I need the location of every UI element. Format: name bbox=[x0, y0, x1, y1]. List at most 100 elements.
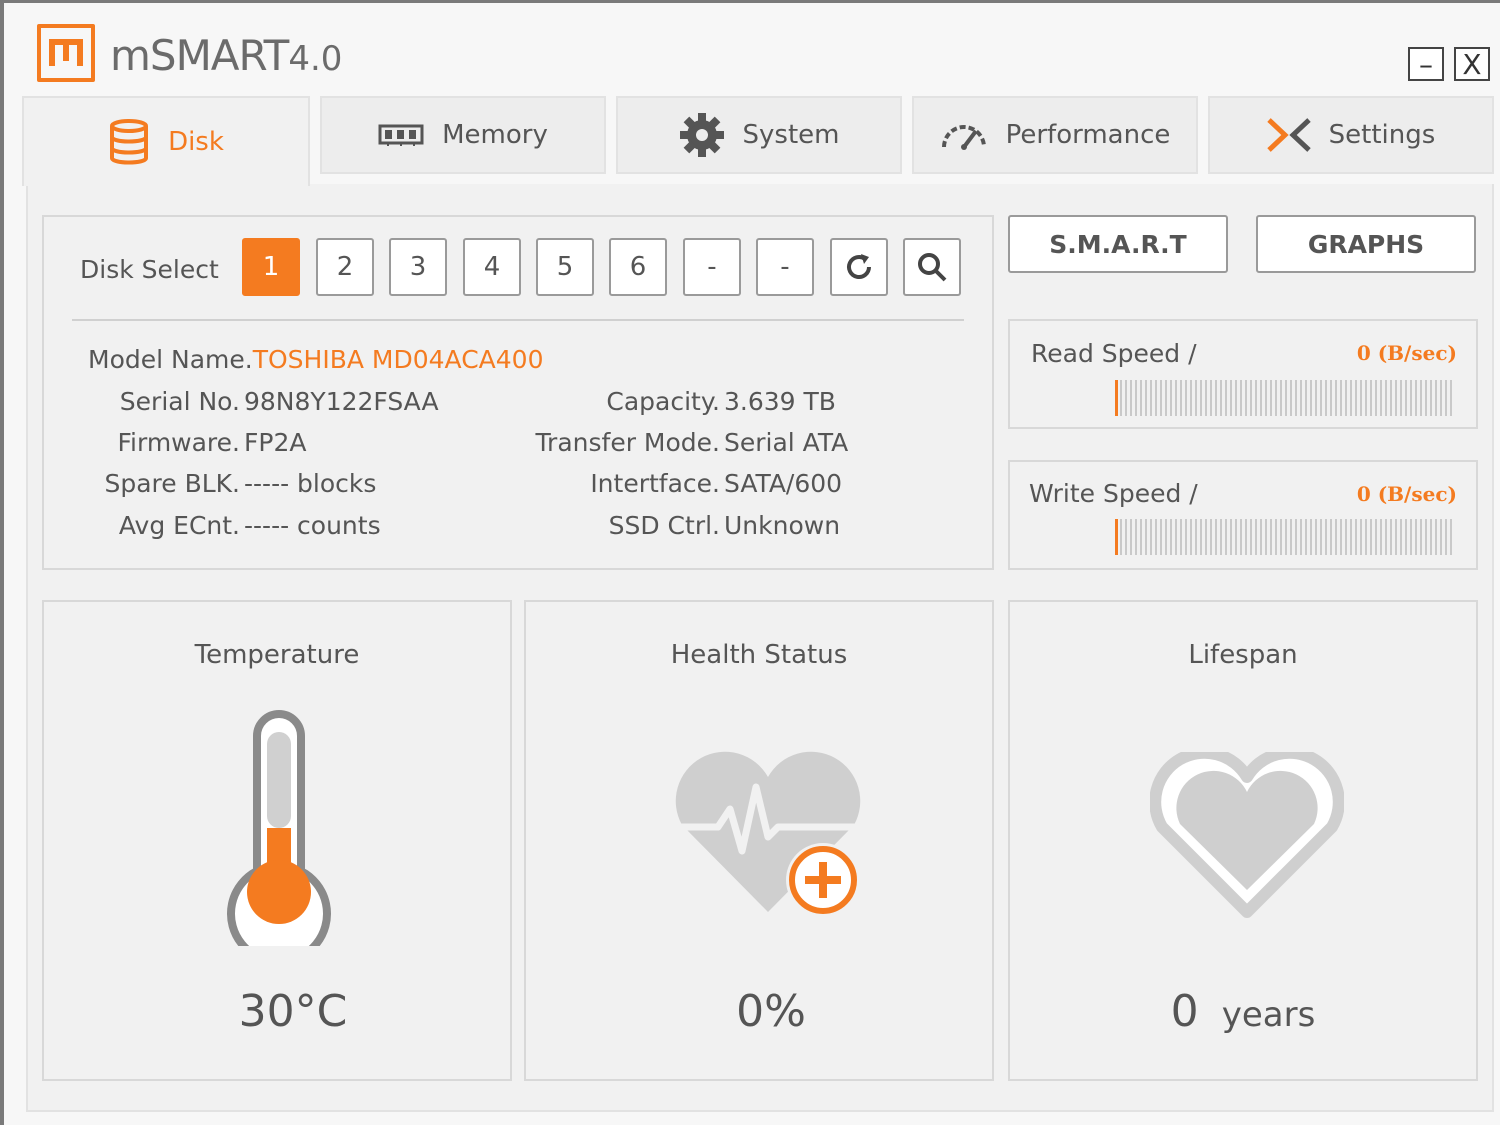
ssd-ctrl-label: SSD Ctrl. bbox=[608, 511, 720, 540]
smart-button-label: S.M.A.R.T bbox=[1049, 229, 1187, 259]
tab-memory[interactable]: Memory bbox=[320, 96, 606, 174]
model-name-value: TOSHIBA MD04ACA400 bbox=[252, 345, 544, 374]
write-speed-fill bbox=[1115, 519, 1118, 555]
search-button[interactable] bbox=[903, 238, 961, 296]
disk-button-7[interactable]: - bbox=[683, 238, 741, 296]
health-status-title: Health Status bbox=[670, 640, 848, 670]
read-speed-bar bbox=[1115, 380, 1453, 416]
disk-button-4-label: 4 bbox=[483, 252, 501, 282]
tab-disk[interactable]: Disk bbox=[22, 96, 310, 186]
minimize-button[interactable]: – bbox=[1408, 47, 1444, 81]
lifespan-title: Lifespan bbox=[1188, 640, 1298, 670]
temperature-value: 30°C bbox=[238, 986, 348, 1037]
disk-button-4[interactable]: 4 bbox=[463, 238, 521, 296]
database-icon bbox=[110, 119, 149, 165]
transfer-mode-label: Transfer Mode. bbox=[535, 428, 720, 457]
memory-chip-icon bbox=[378, 124, 424, 146]
read-speed-label: Read Speed / bbox=[1031, 339, 1197, 368]
settings-x-icon bbox=[1266, 118, 1311, 152]
spare-blk-label: Spare BLK. bbox=[104, 469, 240, 498]
tab-settings-label: Settings bbox=[1328, 120, 1436, 150]
write-speed-bar bbox=[1115, 519, 1453, 555]
avg-label-wrap: Avg ECnt. bbox=[119, 511, 240, 540]
close-button[interactable]: X bbox=[1454, 47, 1490, 81]
firmware-label-wrap: Firmware. bbox=[117, 428, 240, 457]
app-title: mSMART4.0 bbox=[110, 31, 342, 80]
close-glyph: X bbox=[1462, 47, 1482, 81]
ssd-ctrl-value: Unknown bbox=[724, 511, 841, 540]
read-speed-fill bbox=[1115, 380, 1118, 416]
avg-ecnt-value: ----- counts bbox=[244, 511, 381, 540]
tab-performance[interactable]: Performance bbox=[912, 96, 1198, 174]
disk-button-8[interactable]: - bbox=[756, 238, 814, 296]
search-icon bbox=[918, 253, 947, 282]
disk-button-6[interactable]: 6 bbox=[609, 238, 667, 296]
model-name-label: Model Name. bbox=[88, 345, 253, 374]
tab-performance-label: Performance bbox=[1005, 120, 1171, 150]
serial-label: Serial No. bbox=[119, 387, 240, 416]
tab-disk-label: Disk bbox=[168, 127, 224, 157]
app-window: mSMART4.0 – X Disk Memory System Perform… bbox=[0, 0, 1500, 1125]
disk-button-2[interactable]: 2 bbox=[316, 238, 374, 296]
minimize-glyph: – bbox=[1419, 47, 1433, 81]
disk-button-6-label: 6 bbox=[629, 252, 647, 282]
disk-button-7-label: - bbox=[707, 252, 717, 282]
read-speed-value: 0 (B/sec) bbox=[1356, 341, 1457, 365]
disk-button-5[interactable]: 5 bbox=[536, 238, 594, 296]
smart-button[interactable]: S.M.A.R.T bbox=[1008, 215, 1228, 273]
disk-info-divider bbox=[72, 319, 964, 321]
health-heart-icon bbox=[674, 751, 864, 917]
write-speed-label: Write Speed / bbox=[1029, 479, 1198, 508]
disk-button-3-label: 3 bbox=[409, 252, 427, 282]
app-logo bbox=[37, 24, 95, 82]
write-speed-value: 0 (B/sec) bbox=[1356, 482, 1457, 506]
lifespan-value: 0 years bbox=[1010, 986, 1476, 1037]
graphs-button-label: GRAPHS bbox=[1307, 229, 1425, 259]
firmware-value: FP2A bbox=[244, 428, 307, 457]
tab-system[interactable]: System bbox=[616, 96, 902, 174]
speedometer-icon bbox=[941, 125, 986, 150]
disk-button-3[interactable]: 3 bbox=[389, 238, 447, 296]
ssd-label-wrap: SSD Ctrl. bbox=[609, 511, 720, 540]
model-name-row: Model Name.TOSHIBA MD04ACA400 bbox=[88, 345, 543, 374]
interface-value: SATA/600 bbox=[724, 469, 843, 498]
capacity-value: 3.639 TB bbox=[724, 387, 836, 416]
capacity-label: Capacity. bbox=[606, 387, 720, 416]
thermometer-icon bbox=[227, 710, 331, 946]
health-status-card: Health Status 0% bbox=[524, 600, 994, 1081]
graphs-button[interactable]: GRAPHS bbox=[1256, 215, 1476, 273]
disk-button-2-label: 2 bbox=[336, 252, 354, 282]
lifespan-heart-icon bbox=[1150, 752, 1344, 918]
gear-icon bbox=[679, 113, 724, 157]
serial-label-wrap: Serial No. bbox=[120, 387, 240, 416]
transfer-mode-value: Serial ATA bbox=[724, 428, 849, 457]
app-version: 4.0 bbox=[288, 39, 343, 79]
refresh-button[interactable] bbox=[830, 238, 888, 296]
tab-memory-label: Memory bbox=[442, 120, 548, 150]
firmware-label: Firmware. bbox=[117, 428, 240, 457]
health-status-value: 0% bbox=[736, 986, 806, 1037]
capacity-label-wrap: Capacity. bbox=[606, 387, 720, 416]
refresh-icon bbox=[847, 254, 871, 279]
lifespan-card: Lifespan 0 years bbox=[1008, 600, 1478, 1081]
avg-ecnt-label: Avg ECnt. bbox=[118, 511, 240, 540]
temperature-card: Temperature 30°C bbox=[42, 600, 512, 1081]
disk-select-label: Disk Select bbox=[80, 255, 219, 284]
serial-value: 98N8Y122FSAA bbox=[244, 387, 439, 416]
lifespan-number: 0 bbox=[1170, 986, 1199, 1037]
tab-settings[interactable]: Settings bbox=[1208, 96, 1494, 174]
disk-button-8-label: - bbox=[780, 252, 790, 282]
spare-label-wrap: Spare BLK. bbox=[104, 469, 240, 498]
disk-button-1[interactable]: 1 bbox=[242, 238, 300, 296]
disk-button-5-label: 5 bbox=[556, 252, 574, 282]
temperature-title: Temperature bbox=[194, 640, 360, 670]
spare-blk-value: ----- blocks bbox=[244, 469, 377, 498]
transfer-label-wrap: Transfer Mode. bbox=[535, 428, 720, 457]
logo-m-icon bbox=[49, 39, 83, 66]
tab-system-label: System bbox=[742, 120, 840, 150]
interface-label: Intertface. bbox=[590, 469, 720, 498]
lifespan-unit: years bbox=[1221, 995, 1316, 1035]
interface-label-wrap: Intertface. bbox=[590, 469, 720, 498]
disk-button-1-label: 1 bbox=[262, 252, 280, 282]
app-title-name: mSMART bbox=[110, 31, 289, 80]
